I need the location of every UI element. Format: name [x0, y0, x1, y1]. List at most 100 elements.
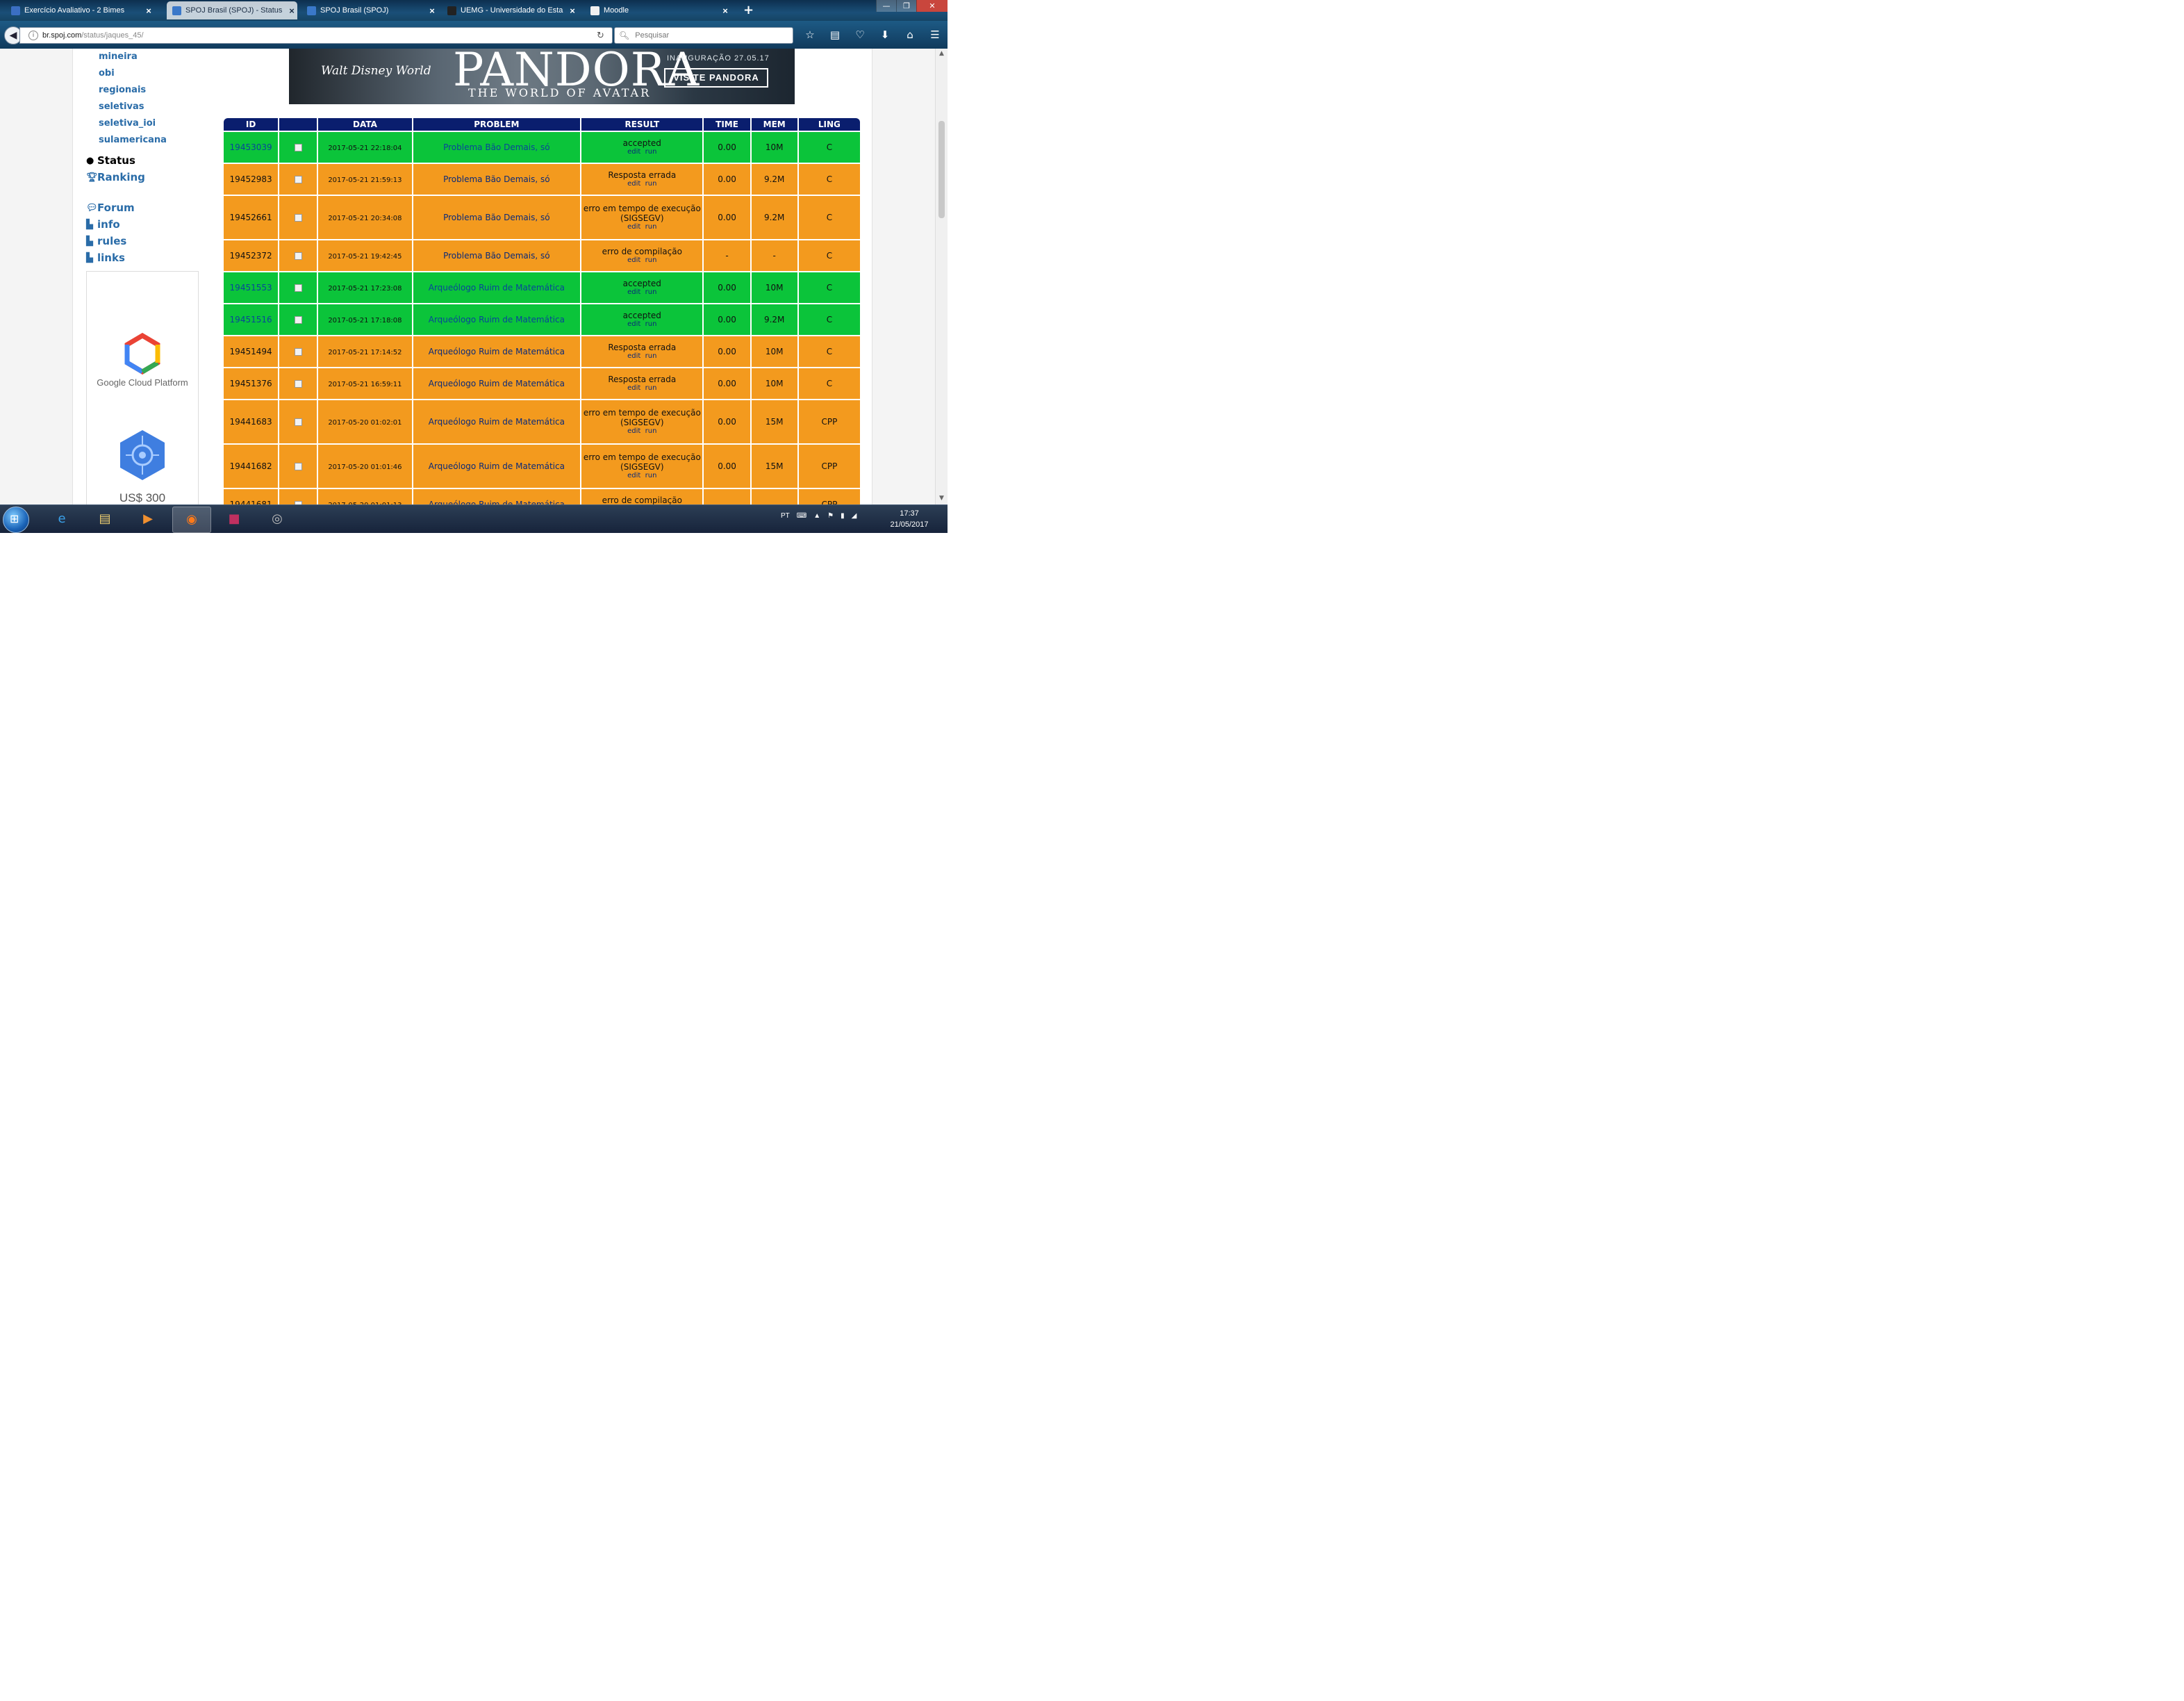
select-checkbox[interactable]	[294, 284, 302, 292]
submission-id[interactable]: 19452983	[224, 164, 279, 195]
media-player-taskbar-button[interactable]: ▶	[129, 507, 167, 532]
sidebar-sublink-mineira[interactable]: mineira	[99, 51, 138, 62]
taskbar-clock[interactable]: 17:37 21/05/2017	[885, 508, 934, 530]
submission-id[interactable]: 19451553	[224, 272, 279, 303]
submission-id[interactable]: 19441681	[224, 489, 279, 504]
edit-link[interactable]: edit	[627, 148, 640, 156]
tab-close-icon[interactable]: ×	[427, 6, 438, 16]
edit-link[interactable]: edit	[627, 472, 640, 479]
problem-link[interactable]: Problema Bão Demais, só	[443, 142, 549, 152]
search-input[interactable]	[634, 31, 776, 40]
select-checkbox[interactable]	[294, 144, 302, 151]
run-link[interactable]: run	[645, 223, 657, 231]
submission-id[interactable]: 19441682	[224, 445, 279, 488]
problem-link[interactable]: Arqueólogo Ruim de Matemática	[429, 500, 565, 504]
edit-link[interactable]: edit	[627, 352, 640, 360]
network-icon[interactable]: ◢	[852, 512, 857, 520]
internet-explorer-taskbar-button[interactable]: e	[43, 507, 81, 532]
problem-link[interactable]: Problema Bão Demais, só	[443, 213, 549, 222]
pandora-ad-banner[interactable]: Walt Disney World PANDORA THE WORLD OF A…	[289, 49, 795, 104]
browser-tab[interactable]: SPOJ Brasil (SPOJ) - Status ×	[167, 1, 297, 19]
select-checkbox[interactable]	[294, 252, 302, 260]
tray-expand-icon[interactable]: ▲	[813, 512, 820, 520]
problem-link[interactable]: Arqueólogo Ruim de Matemática	[429, 417, 565, 427]
browser-tab[interactable]: Exercício Avaliativo - 2 Bimes ×	[6, 1, 154, 19]
google-cloud-ad[interactable]: Google Cloud Platform US$ 300	[86, 271, 199, 504]
banner-cta-button[interactable]: VISITE PANDORA	[664, 68, 768, 88]
language-indicator[interactable]: PT	[781, 512, 790, 520]
submission-id[interactable]: 19441683	[224, 400, 279, 443]
select-checkbox[interactable]	[294, 348, 302, 356]
problem-link[interactable]: Arqueólogo Ruim de Matemática	[429, 283, 565, 293]
sidebar-link-status[interactable]: ● Status	[86, 154, 135, 167]
scroll-down-arrow-icon[interactable]: ▼	[939, 495, 944, 502]
problem-link[interactable]: Arqueólogo Ruim de Matemática	[429, 347, 565, 356]
select-checkbox[interactable]	[294, 176, 302, 183]
run-link[interactable]: run	[645, 288, 657, 296]
sidebar-link-ranking[interactable]: 🏆︎ Ranking	[86, 171, 145, 183]
reload-icon[interactable]: ↻	[597, 31, 608, 41]
browser-tab[interactable]: Moodle ×	[585, 1, 731, 19]
url-bar[interactable]: i br.spoj.com/status/jaques_45/ ↻	[19, 27, 613, 44]
browser-tab[interactable]: UEMG - Universidade do Esta ×	[442, 1, 578, 19]
submission-id[interactable]: 19451516	[224, 304, 279, 335]
browser-tab[interactable]: SPOJ Brasil (SPOJ) ×	[301, 1, 438, 19]
problem-link[interactable]: Arqueólogo Ruim de Matemática	[429, 315, 565, 324]
site-info-icon[interactable]: i	[28, 31, 38, 40]
submission-id[interactable]: 19451494	[224, 336, 279, 367]
problem-link[interactable]: Arqueólogo Ruim de Matemática	[429, 461, 565, 471]
submission-id[interactable]: 19452372	[224, 240, 279, 271]
select-checkbox[interactable]	[294, 418, 302, 426]
home-icon[interactable]: ⌂	[897, 28, 923, 42]
edit-link[interactable]: edit	[627, 288, 640, 296]
search-bar[interactable]: 🔍︎	[614, 27, 793, 44]
scroll-up-arrow-icon[interactable]: ▲	[939, 50, 944, 57]
run-link[interactable]: run	[645, 148, 657, 156]
edit-link[interactable]: edit	[627, 427, 640, 435]
edit-link[interactable]: edit	[627, 223, 640, 231]
firefox-taskbar-button[interactable]: ◉	[172, 507, 211, 533]
bookmarks-list-icon[interactable]: ▤	[822, 28, 847, 42]
file-explorer-taskbar-button[interactable]: ▤	[86, 507, 124, 532]
run-link[interactable]: run	[645, 384, 657, 392]
select-checkbox[interactable]	[294, 463, 302, 470]
select-checkbox[interactable]	[294, 214, 302, 222]
submission-id[interactable]: 19451376	[224, 368, 279, 399]
pocket-icon[interactable]: ♡	[847, 28, 872, 42]
tab-close-icon[interactable]: ×	[720, 6, 731, 16]
tab-close-icon[interactable]: ×	[143, 6, 154, 16]
scrollbar-thumb[interactable]	[938, 121, 945, 218]
sidebar-sublink-seletivas[interactable]: seletivas	[99, 101, 144, 112]
edit-link[interactable]: edit	[627, 320, 640, 328]
tab-close-icon[interactable]: ×	[286, 6, 297, 16]
sidebar-sublink-regionais[interactable]: regionais	[99, 85, 146, 95]
problem-link[interactable]: Problema Bão Demais, só	[443, 251, 549, 261]
browser-app-taskbar-button[interactable]: ◎	[258, 507, 296, 532]
submission-id[interactable]: 19452661	[224, 196, 279, 239]
problem-link[interactable]: Arqueólogo Ruim de Matemática	[429, 379, 565, 388]
sidebar-link-rules[interactable]: ▙ rules	[86, 235, 126, 247]
url-text[interactable]: br.spoj.com/status/jaques_45/	[42, 31, 597, 40]
run-link[interactable]: run	[645, 320, 657, 328]
sidebar-link-forum[interactable]: 💬︎ Forum	[86, 202, 135, 214]
sidebar-sublink-obi[interactable]: obi	[99, 68, 115, 79]
run-link[interactable]: run	[645, 256, 657, 264]
problem-link[interactable]: Problema Bão Demais, só	[443, 174, 549, 184]
battery-icon[interactable]: ▮	[841, 512, 845, 520]
edit-link[interactable]: edit	[627, 256, 640, 264]
select-checkbox[interactable]	[294, 316, 302, 324]
download-icon[interactable]: ⬇	[872, 28, 897, 42]
run-link[interactable]: run	[645, 180, 657, 188]
minimize-button[interactable]: —	[876, 0, 896, 12]
run-link[interactable]: run	[645, 472, 657, 479]
run-link[interactable]: run	[645, 427, 657, 435]
tab-close-icon[interactable]: ×	[567, 6, 578, 16]
submission-id[interactable]: 19453039	[224, 132, 279, 163]
sidebar-sublink-seletiva-ioi[interactable]: seletiva_ioi	[99, 118, 156, 129]
maximize-button[interactable]: ❐	[896, 0, 916, 12]
start-button[interactable]: ⊞	[3, 507, 29, 533]
bookmark-star-icon[interactable]: ☆	[797, 28, 822, 42]
edit-link[interactable]: edit	[627, 180, 640, 188]
keyboard-icon[interactable]: ⌨	[797, 512, 806, 520]
window-close-button[interactable]: ✕	[916, 0, 948, 12]
